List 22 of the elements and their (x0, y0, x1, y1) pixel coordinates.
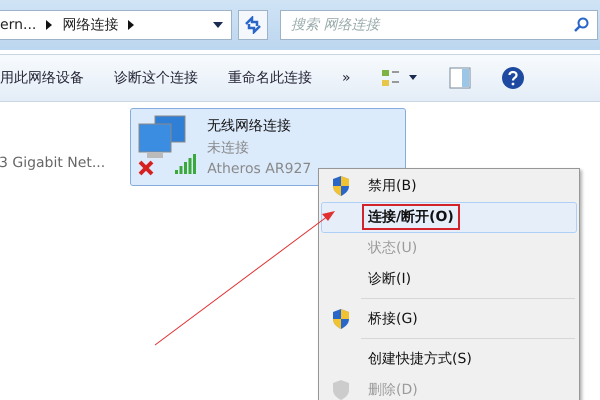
menu-item-label: 状态(U) (367, 239, 418, 258)
menu-item-label: 创建快捷方式(S) (367, 350, 473, 369)
toolbar-button[interactable]: 诊断这个连接 (114, 69, 198, 87)
breadcrumb[interactable]: 网络连接 (62, 16, 118, 34)
toolbar-button[interactable]: 重命名此连接 (228, 69, 312, 87)
menu-item[interactable]: 桥接(G) (321, 303, 577, 334)
menu-item-label: 连接/断开(O) (364, 206, 458, 228)
search-field[interactable]: 搜索 网络连接 (280, 10, 598, 40)
menu-item-label: 诊断(I) (367, 270, 412, 289)
connection-detail: Atheros AR927 (207, 161, 312, 177)
connection-detail: 未连接 (207, 139, 250, 157)
address-bar[interactable]: ern... 网络连接 (0, 10, 232, 40)
toolbar-button[interactable]: 用此网络设备 (0, 69, 84, 87)
connection-label[interactable]: 3 Gigabit Net... (0, 154, 106, 172)
menu-item[interactable]: 创建快捷方式(S) (321, 343, 577, 374)
menu-item[interactable]: 诊断(I) (321, 264, 577, 294)
menu-item-label: 桥接(G) (367, 310, 419, 329)
toolbar-button[interactable]: » (342, 70, 351, 86)
menu-item-label: 删除(D) (367, 380, 419, 400)
menu-item[interactable]: 连接/断开(O) (321, 202, 577, 233)
breadcrumb[interactable]: ern... (0, 17, 36, 33)
connection-name: 无线网络连接 (207, 117, 292, 135)
